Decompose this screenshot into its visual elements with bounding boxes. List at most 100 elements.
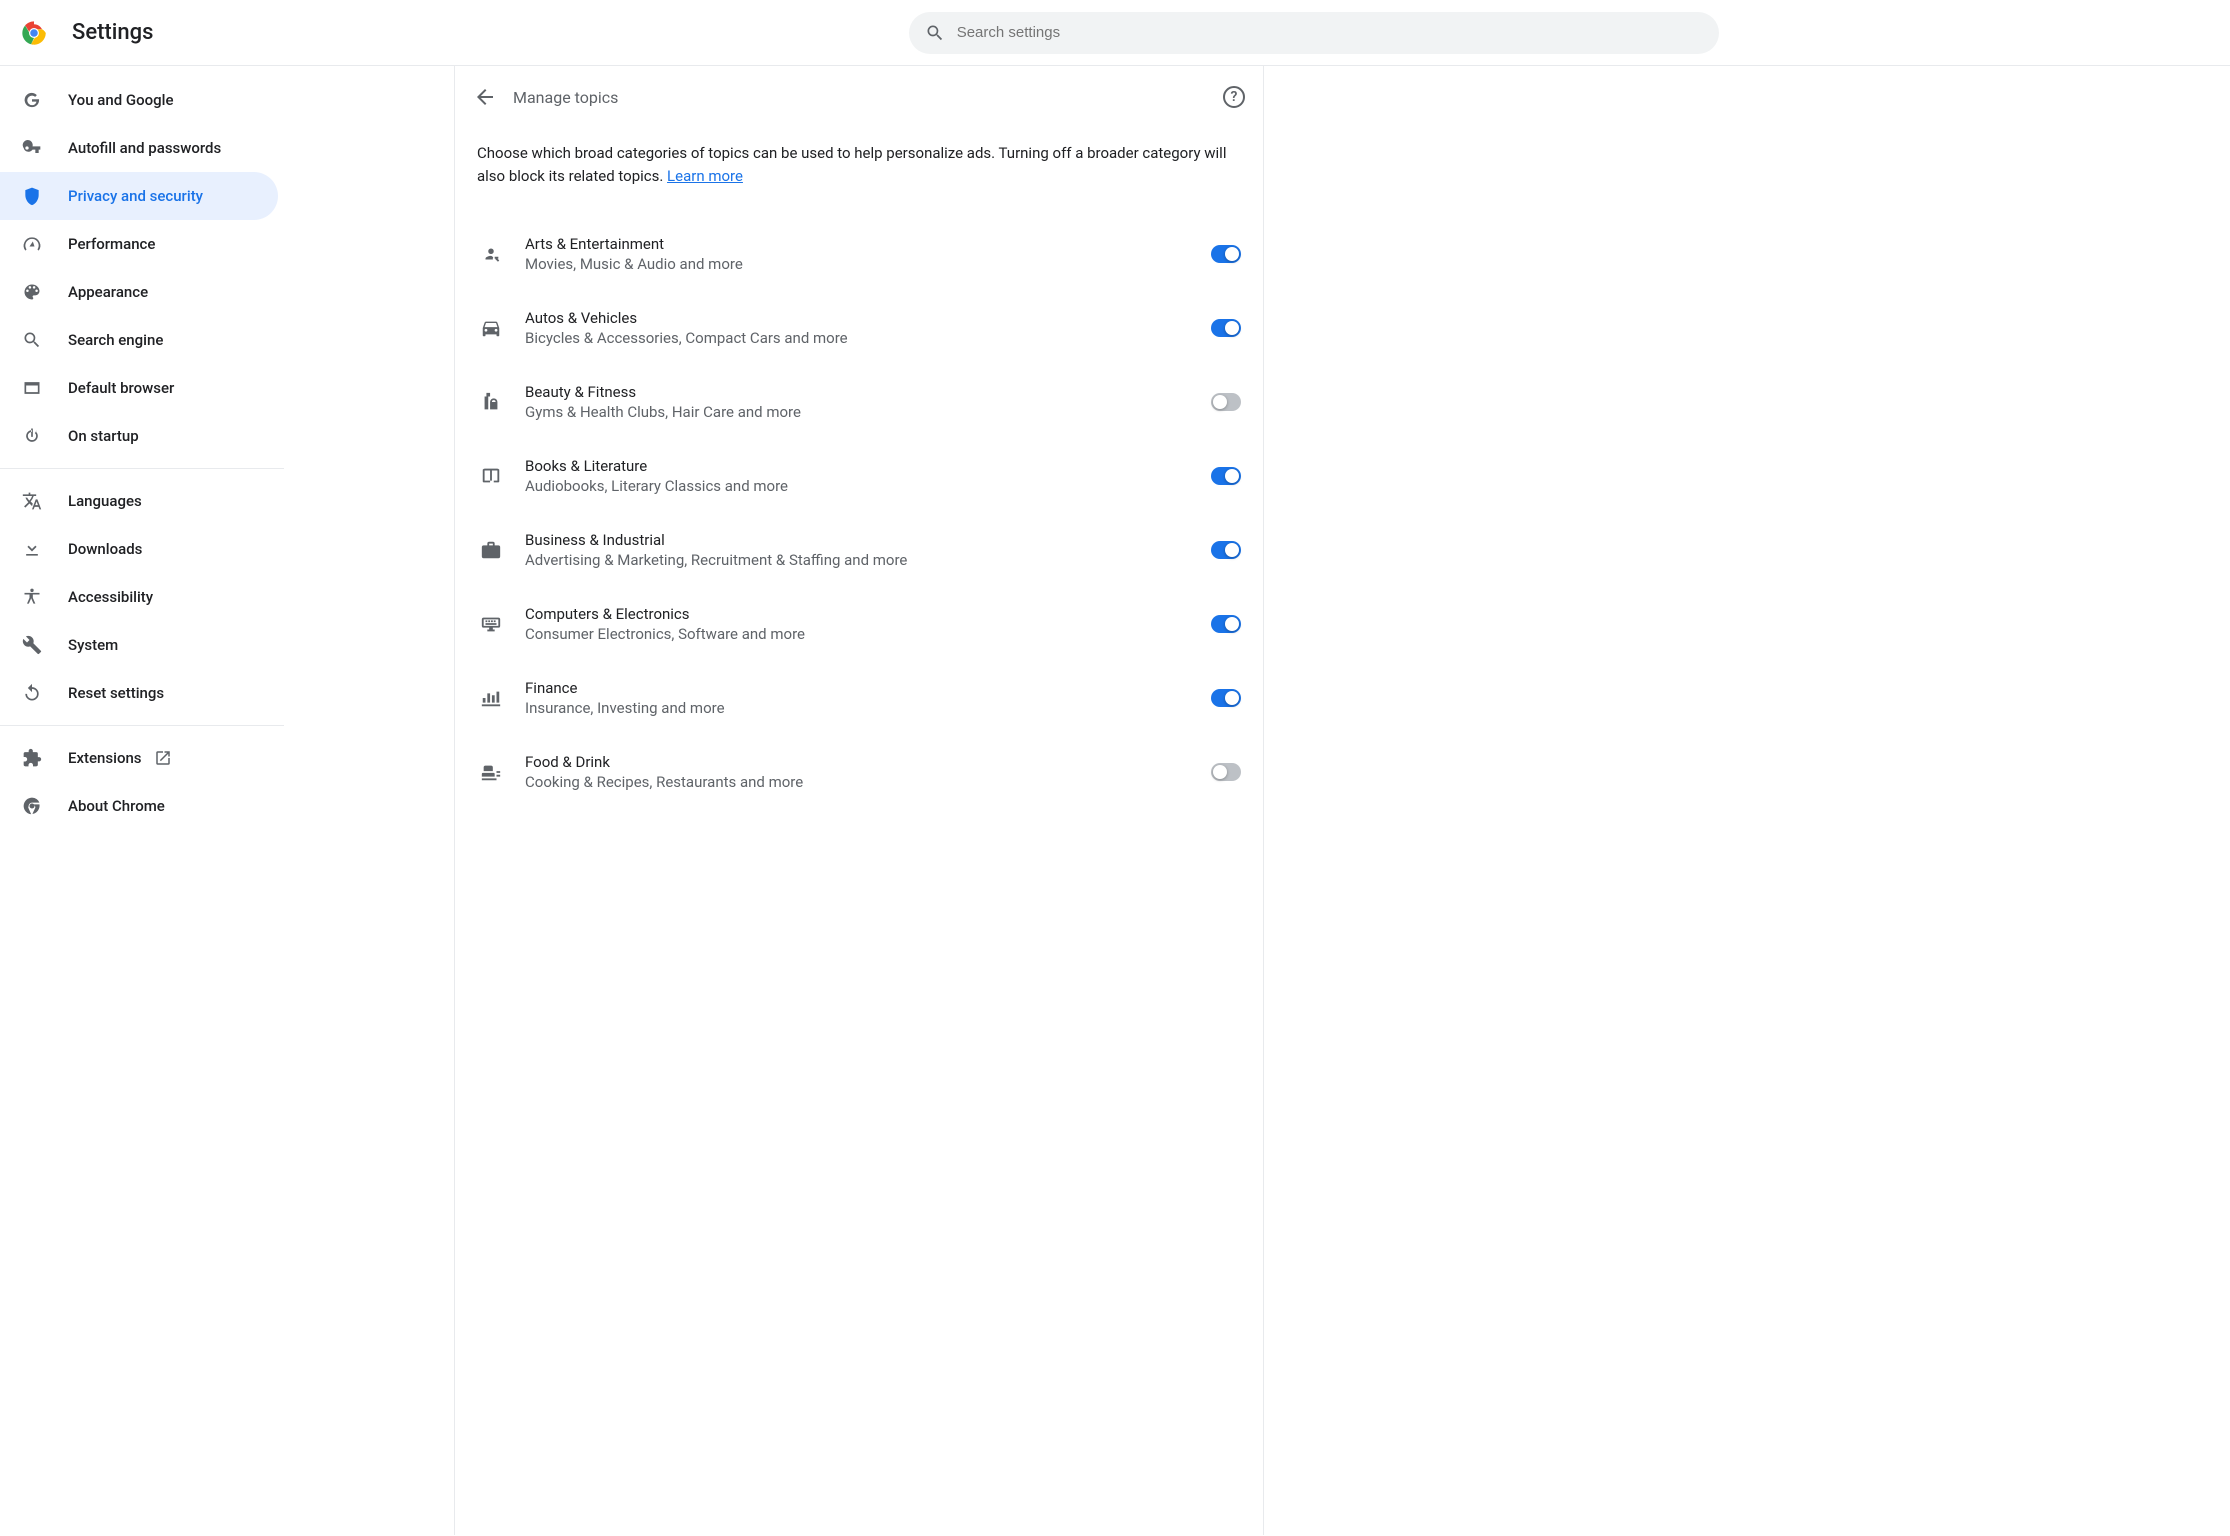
topic-row: Books & Literature Audiobooks, Literary … [455,439,1263,513]
sidebar-item-label: Reset settings [68,684,164,702]
chrome-icon [22,796,42,816]
search-bar[interactable] [909,12,1719,54]
sidebar-item-autofill[interactable]: Autofill and passwords [0,124,278,172]
topic-toggle[interactable] [1211,245,1241,263]
sidebar-item-label: System [68,636,118,654]
topic-toggle[interactable] [1211,319,1241,337]
divider [0,725,284,726]
sidebar-item-label: You and Google [68,91,173,109]
topic-toggle[interactable] [1211,467,1241,485]
chrome-logo-icon [20,19,48,47]
topic-subtitle: Cooking & Recipes, Restaurants and more [525,773,1211,791]
sidebar-item-about[interactable]: About Chrome [0,782,278,830]
sidebar-item-extensions[interactable]: Extensions [0,734,278,782]
topic-row: Autos & Vehicles Bicycles & Accessories,… [455,291,1263,365]
topic-title: Computers & Electronics [525,605,1211,623]
wrench-icon [22,635,42,655]
topic-icon [477,613,505,635]
sidebar-item-privacy[interactable]: Privacy and security [0,172,278,220]
topic-title: Food & Drink [525,753,1211,771]
sidebar-item-label: Extensions [68,749,142,767]
topic-toggle[interactable] [1211,615,1241,633]
topic-title: Books & Literature [525,457,1211,475]
sidebar-item-label: Autofill and passwords [68,139,221,157]
translate-icon [22,491,42,511]
topic-subtitle: Insurance, Investing and more [525,699,1211,717]
sidebar-item-performance[interactable]: Performance [0,220,278,268]
browser-icon [22,378,42,398]
topic-title: Autos & Vehicles [525,309,1211,327]
topic-icon [477,465,505,487]
speedometer-icon [22,234,42,254]
topic-icon [477,317,505,339]
topic-title: Beauty & Fitness [525,383,1211,401]
sidebar-item-label: Accessibility [68,588,153,606]
topic-row: Finance Insurance, Investing and more [455,661,1263,735]
page-title: Manage topics [513,88,1223,107]
search-icon [925,23,945,43]
topic-title: Finance [525,679,1211,697]
sidebar-item-reset[interactable]: Reset settings [0,669,278,717]
sidebar-item-downloads[interactable]: Downloads [0,525,278,573]
palette-icon [22,282,42,302]
sidebar-item-label: Languages [68,492,142,510]
sidebar-item-on-startup[interactable]: On startup [0,412,278,460]
sidebar-item-appearance[interactable]: Appearance [0,268,278,316]
topic-icon [477,687,505,709]
topic-row: Beauty & Fitness Gyms & Health Clubs, Ha… [455,365,1263,439]
topic-icon [477,391,505,413]
sidebar-item-label: On startup [68,427,139,445]
sidebar-item-label: Search engine [68,331,163,349]
topic-subtitle: Consumer Electronics, Software and more [525,625,1211,643]
sidebar-item-you-and-google[interactable]: You and Google [0,76,278,124]
power-icon [22,426,42,446]
sidebar-item-languages[interactable]: Languages [0,477,278,525]
topic-subtitle: Gyms & Health Clubs, Hair Care and more [525,403,1211,421]
divider [0,468,284,469]
topic-icon [477,761,505,783]
sidebar-item-label: Performance [68,235,155,253]
search-input[interactable] [957,24,1703,41]
search-icon [22,330,42,350]
sidebar-item-label: Appearance [68,283,148,301]
topic-row: Computers & Electronics Consumer Electro… [455,587,1263,661]
topic-subtitle: Audiobooks, Literary Classics and more [525,477,1211,495]
reset-icon [22,683,42,703]
topic-toggle[interactable] [1211,393,1241,411]
topic-toggle[interactable] [1211,689,1241,707]
help-button[interactable]: ? [1223,86,1245,108]
settings-card: Manage topics ? Choose which broad categ… [454,66,1264,1535]
sidebar: You and Google Autofill and passwords Pr… [0,66,284,1535]
topic-row: Arts & Entertainment Movies, Music & Aud… [455,217,1263,291]
topic-row: Business & Industrial Advertising & Mark… [455,513,1263,587]
header: Settings [0,0,2230,66]
topic-icon [477,539,505,561]
shield-icon [22,186,42,206]
topic-subtitle: Movies, Music & Audio and more [525,255,1211,273]
sidebar-item-label: About Chrome [68,797,165,815]
topic-toggle[interactable] [1211,763,1241,781]
topic-title: Arts & Entertainment [525,235,1211,253]
topic-row: Food & Drink Cooking & Recipes, Restaura… [455,735,1263,809]
sidebar-item-search-engine[interactable]: Search engine [0,316,278,364]
sidebar-item-system[interactable]: System [0,621,278,669]
sidebar-item-label: Downloads [68,540,142,558]
topic-subtitle: Bicycles & Accessories, Compact Cars and… [525,329,1211,347]
sidebar-item-default-browser[interactable]: Default browser [0,364,278,412]
accessibility-icon [22,587,42,607]
topic-toggle[interactable] [1211,541,1241,559]
learn-more-link[interactable]: Learn more [667,167,743,185]
download-icon [22,539,42,559]
intro-text: Choose which broad categories of topics … [455,128,1263,217]
sidebar-item-label: Privacy and security [68,187,203,205]
topic-subtitle: Advertising & Marketing, Recruitment & S… [525,551,1211,569]
app-title: Settings [72,20,153,45]
key-icon [22,138,42,158]
sidebar-item-label: Default browser [68,379,174,397]
topic-icon [477,243,505,265]
topic-title: Business & Industrial [525,531,1211,549]
sidebar-item-accessibility[interactable]: Accessibility [0,573,278,621]
google-g-icon [22,90,42,110]
extension-icon [22,748,42,768]
back-button[interactable] [473,85,497,109]
